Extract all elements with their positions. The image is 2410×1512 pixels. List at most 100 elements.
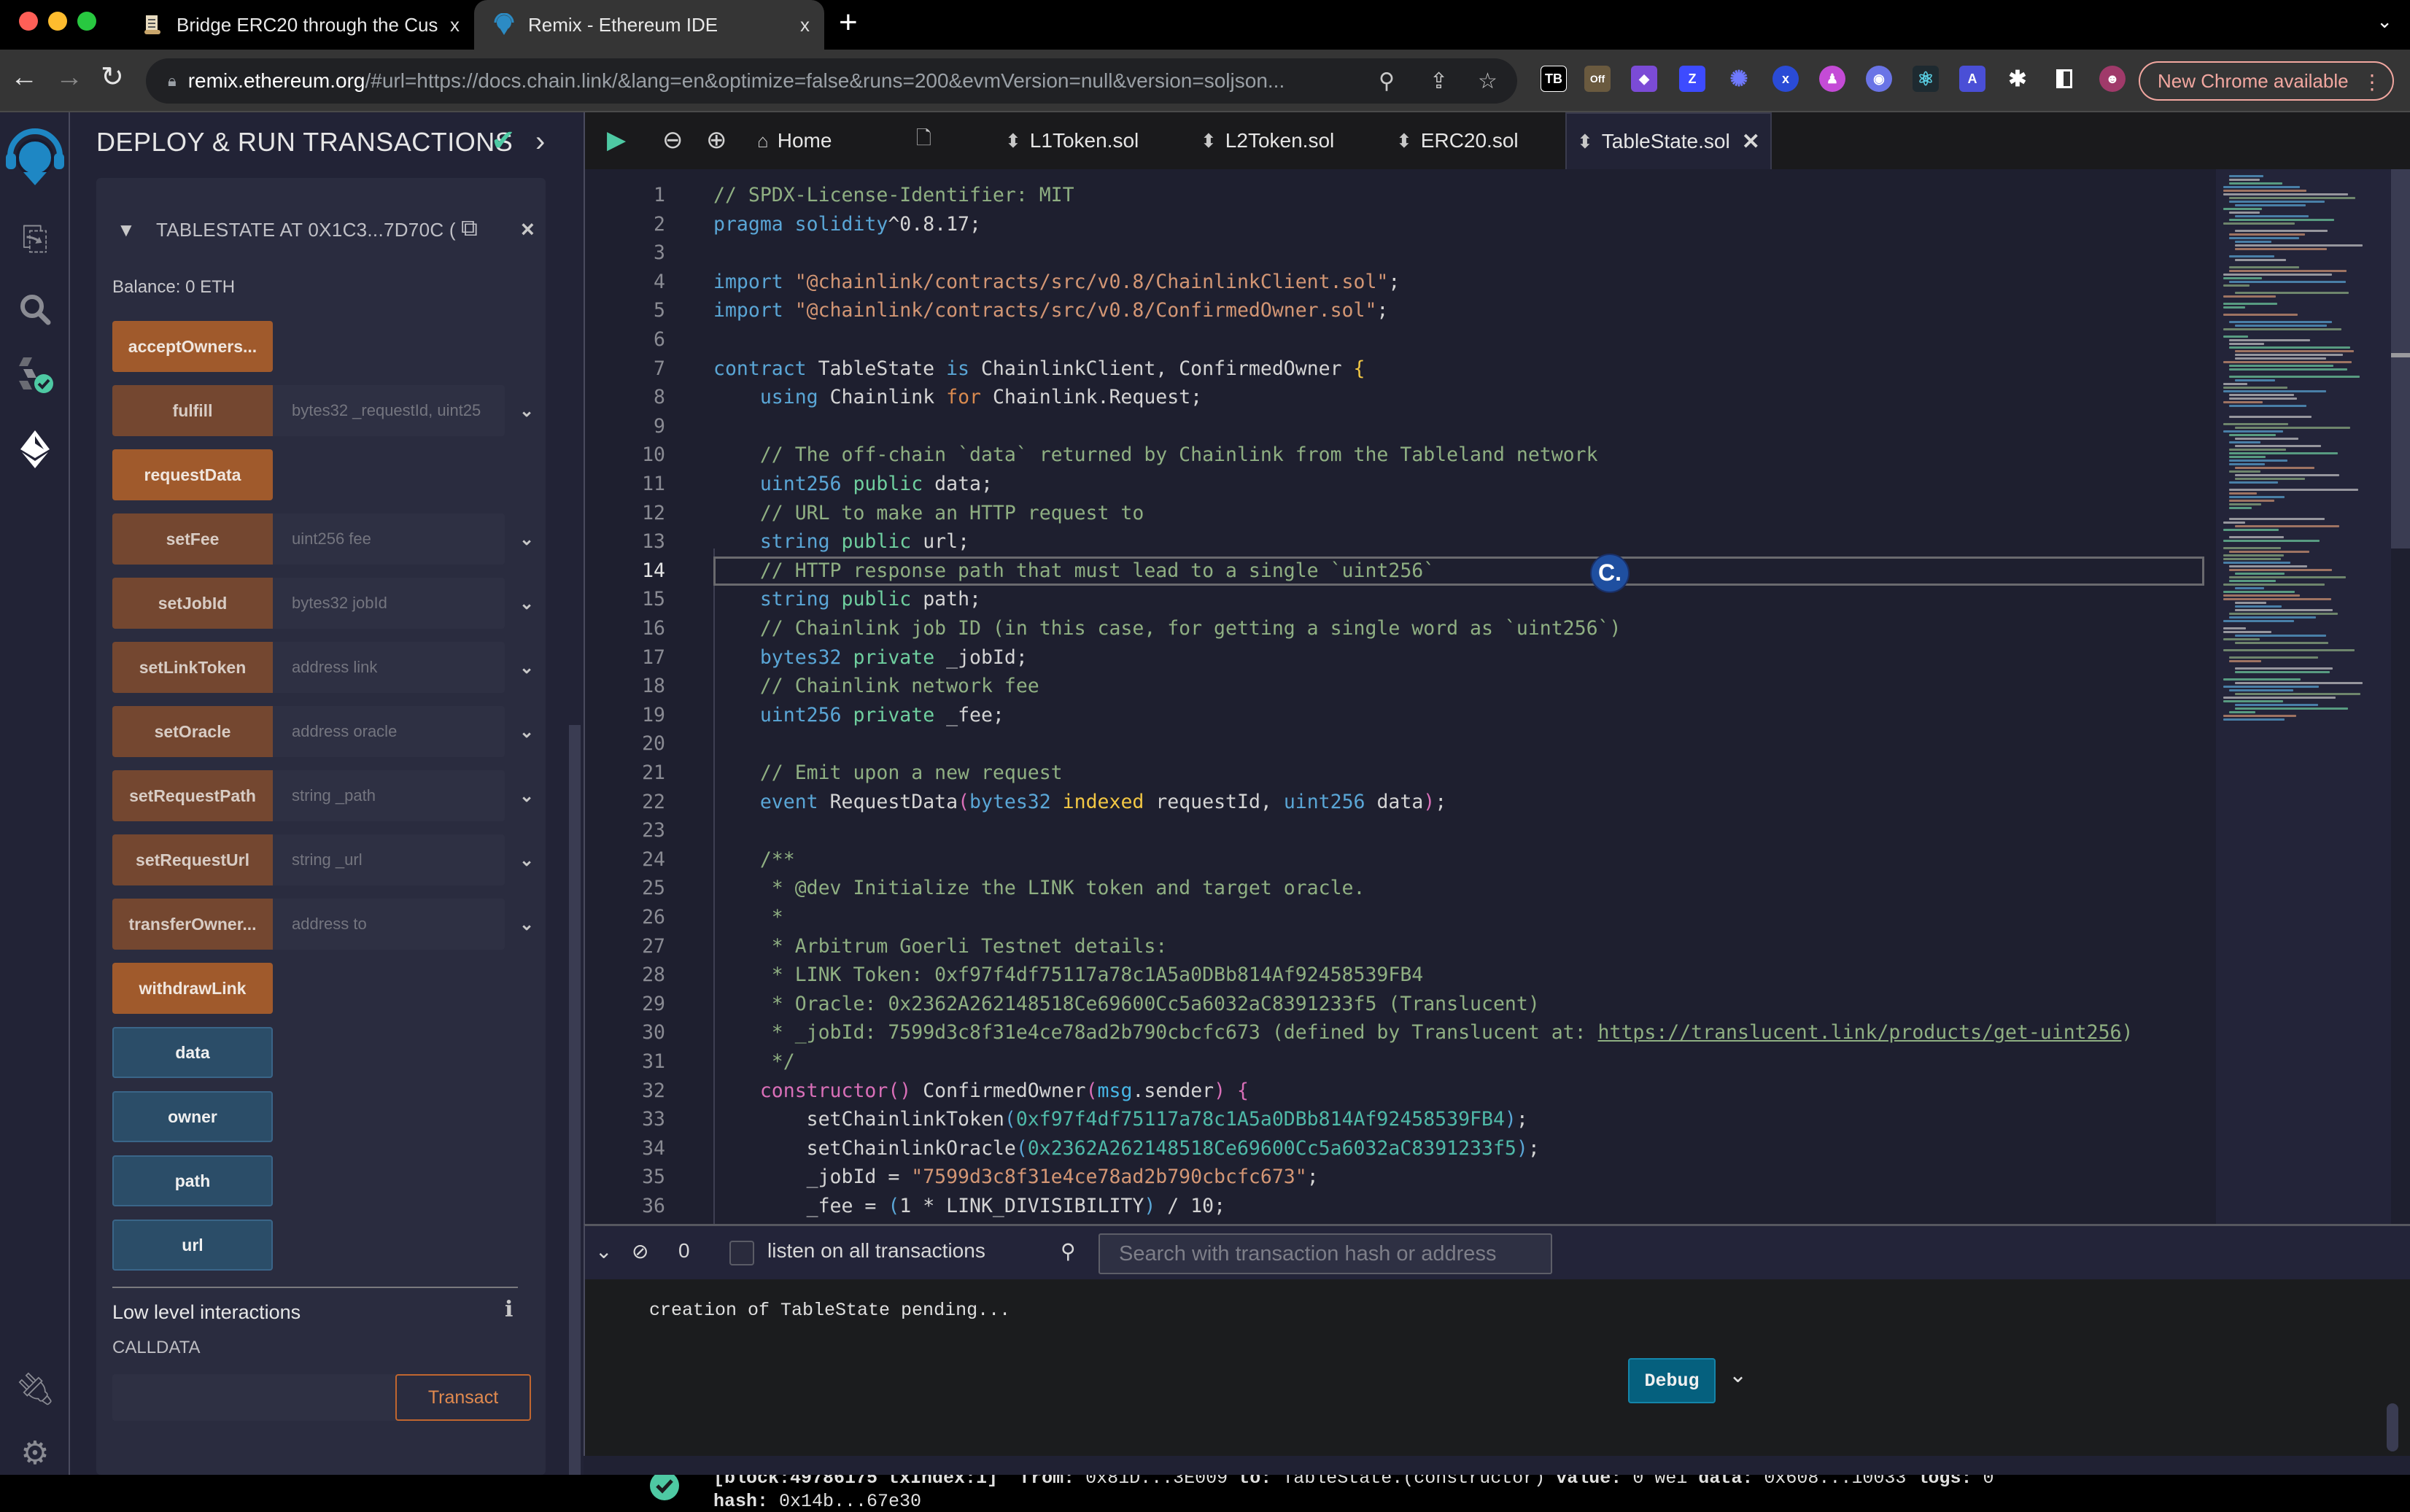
function-button-setrequestpath[interactable]: setRequestPath [112,770,273,821]
function-button-setrequesturl[interactable]: setRequestUrl [112,834,273,885]
code-line[interactable]: /** [713,848,795,871]
profile-avatar[interactable]: ☻ [2099,66,2126,92]
expand-params-chevron-icon[interactable]: ⌄ [505,706,549,757]
code-line[interactable]: * _jobId: 7599d3c8f31e4ce78ad2b790cbcfc6… [713,1021,2133,1044]
code-line[interactable]: * Arbitrum Goerli Testnet details: [713,935,1167,958]
clear-console-icon[interactable]: ⊘ [632,1239,648,1263]
new-chrome-available-button[interactable]: New Chrome available ⋮ [2139,61,2394,101]
remove-instance-icon[interactable]: × [521,216,535,243]
share-icon[interactable]: ⇪ [1430,69,1448,94]
calldata-input[interactable] [112,1374,397,1421]
function-button-owner[interactable]: owner [112,1091,273,1142]
plugin-manager-icon[interactable]: 🔌︎ [13,1367,57,1411]
copy-address-icon[interactable]: ⧉ [461,214,478,242]
code-line[interactable]: // The off-chain `data` returned by Chai… [713,443,1598,466]
close-tab-button[interactable]: x [450,14,460,36]
run-script-icon[interactable]: ▶ [607,125,626,155]
code-line[interactable]: event RequestData(bytes32 indexed reques… [713,791,1446,813]
code-line[interactable]: bytes32 private _jobId; [713,646,1028,669]
more-menu-icon[interactable]: ⋮ [2362,70,2382,94]
extension-sun-icon[interactable]: ✺ [1726,66,1752,92]
function-param-input[interactable]: address link [273,642,505,693]
code-line[interactable]: import "@chainlink/contracts/src/v0.8/Co… [713,299,1388,322]
expand-params-chevron-icon[interactable]: ⌄ [505,899,549,950]
panel-scrollbar[interactable] [569,725,581,1475]
code-line[interactable]: pragma solidity^0.8.17; [713,213,981,236]
terminal-scrollbar[interactable] [2387,1403,2398,1451]
code-line[interactable]: constructor() ConfirmedOwner(msg.sender)… [713,1079,1249,1102]
chevron-right-icon[interactable]: › [535,125,545,158]
function-param-input[interactable]: uint256 fee [273,513,505,565]
close-tab-button[interactable]: x [800,14,810,36]
function-button-path[interactable]: path [112,1155,273,1206]
code-line[interactable]: import "@chainlink/contracts/src/v0.8/Ch… [713,271,1400,293]
browser-tab-remix[interactable]: Remix - Ethereum IDE x [474,0,824,50]
search-icon[interactable] [13,287,57,331]
code-line[interactable]: // Chainlink network fee [713,675,1039,697]
code-line[interactable]: _jobId = "7599d3c8f31e4ce78ad2b790cbcfc6… [713,1166,1319,1188]
tab-home[interactable]: ⌂ Home [757,112,832,169]
forward-button[interactable]: → [55,63,83,92]
function-button-fulfill[interactable]: fulfill [112,385,273,436]
code-line[interactable]: // SPDX-License-Identifier: MIT [713,184,1074,206]
extension-react-icon[interactable]: ⚛ [1913,66,1939,92]
expand-tx-chevron-icon[interactable]: ⌄ [1729,1362,1747,1388]
extension-cat-icon[interactable]: ◉ [1866,66,1892,92]
code-line[interactable]: uint256 public data; [713,473,993,495]
code-line[interactable]: uint256 private _fee; [713,704,1004,726]
code-line[interactable]: setChainlinkToken(0xf97f4df75117a78c1A5a… [713,1108,1528,1131]
expand-params-chevron-icon[interactable]: ⌄ [505,513,549,565]
extension-z-icon[interactable]: Z [1679,66,1705,92]
code-line[interactable]: string public url; [713,530,969,553]
function-button-setoracle[interactable]: setOracle [112,706,273,757]
transaction-search-input[interactable]: Search with transaction hash or address [1099,1233,1552,1274]
code-line[interactable]: // URL to make an HTTP request to [713,502,1144,524]
code-line[interactable]: // Emit upon a new request [713,761,1063,784]
code-area[interactable]: 1// SPDX-License-Identifier: MIT2pragma … [585,169,2204,1224]
tab-l2token[interactable]: ⬍ L2Token.sol [1201,112,1334,169]
function-param-input[interactable]: address to [273,899,505,950]
close-window-button[interactable] [19,12,38,31]
instance-title[interactable]: TABLESTATE AT 0X1C3...7D70C ( [156,219,456,241]
extension-a-icon[interactable]: A [1959,66,1985,92]
function-param-input[interactable]: string _url [273,834,505,885]
code-line[interactable]: * [713,906,783,928]
back-button[interactable]: ← [10,63,38,92]
terminal-prompt[interactable] [584,1456,2410,1475]
side-panel-icon[interactable] [2051,66,2077,92]
function-param-input[interactable]: bytes32 jobId [273,578,505,629]
new-tab-button[interactable]: + [839,4,858,41]
reload-button[interactable]: ↻ [101,63,124,92]
zoom-out-icon[interactable]: ⊖ [662,125,683,155]
extension-tb-icon[interactable]: TB [1541,66,1567,92]
expand-params-chevron-icon[interactable]: ⌄ [505,770,549,821]
function-param-input[interactable]: address oracle [273,706,505,757]
bookmark-star-icon[interactable]: ☆ [1478,69,1497,94]
code-line[interactable]: string public path; [713,588,981,610]
minimap[interactable] [2216,169,2391,1224]
function-button-url[interactable]: url [112,1220,273,1271]
info-icon[interactable]: i [505,1297,513,1322]
transact-button[interactable]: Transact [395,1374,531,1421]
code-line[interactable]: // HTTP response path that must lead to … [713,559,1435,582]
tab-search-chevron-icon[interactable]: ⌄ [2376,10,2392,33]
browser-tab-bridge[interactable]: Bridge ERC20 through the Cus x [139,0,474,50]
zoom-icon[interactable]: ⚲ [1379,69,1395,94]
listen-all-checkbox[interactable] [729,1241,754,1265]
function-button-setjobid[interactable]: setJobId [112,578,273,629]
extension-off-icon[interactable]: Off [1584,66,1611,92]
function-button-data[interactable]: data [112,1027,273,1078]
function-button-acceptowners[interactable]: acceptOwners... [112,321,273,372]
function-button-withdrawlink[interactable]: withdrawLink [112,963,273,1014]
zoom-in-icon[interactable]: ⊕ [706,125,727,155]
extension-fox-icon[interactable]: ◆ [1631,66,1657,92]
file-explorer-icon[interactable]: ⎘ [13,217,57,261]
tab-erc20[interactable]: ⬍ ERC20.sol [1396,112,1519,169]
code-line[interactable]: using Chainlink for Chainlink.Request; [713,386,1202,408]
close-tab-icon[interactable]: ✕ [1742,129,1760,155]
collapse-terminal-icon[interactable]: ⌄ [595,1239,612,1263]
expand-params-chevron-icon[interactable]: ⌄ [505,385,549,436]
editor-scrollbar[interactable] [2391,169,2410,548]
minimize-window-button[interactable] [48,12,67,31]
extension-x-icon[interactable]: x [1772,66,1799,92]
